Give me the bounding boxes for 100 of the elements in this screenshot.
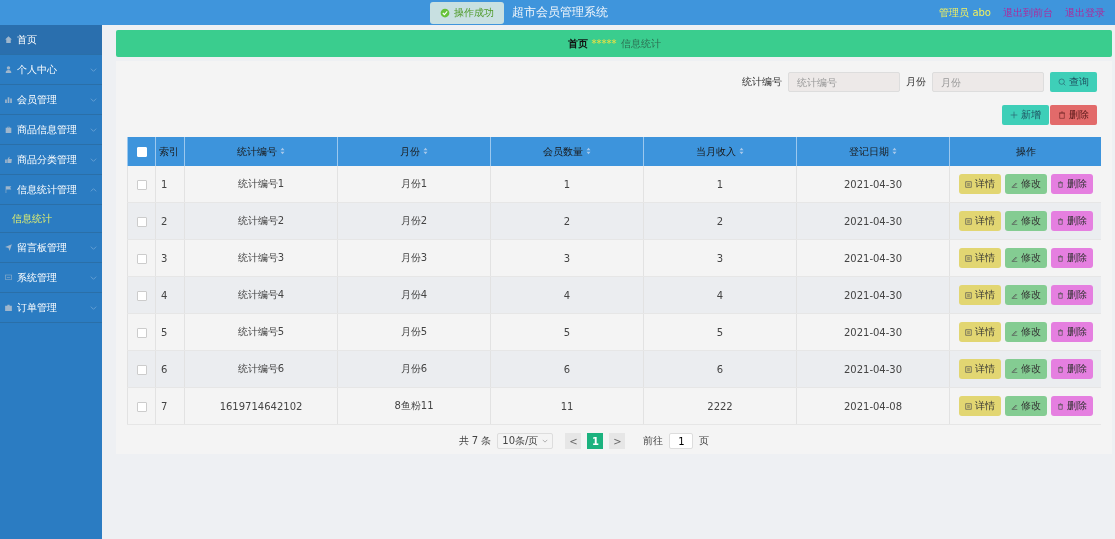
add-button[interactable]: 新增 (1002, 105, 1049, 125)
table-cell: 2021-04-30 (843, 178, 903, 190)
column-header[interactable]: 当月收入 (643, 137, 797, 166)
table-cell: 2021-04-30 (843, 326, 903, 338)
row-action-button[interactable]: 修改 (1004, 211, 1047, 231)
table-cell: 统计编号3 (237, 252, 285, 263)
submenu-item[interactable]: 信息统计 (0, 205, 102, 233)
sort-icon[interactable] (739, 146, 744, 155)
table-cell: 6 (716, 363, 724, 375)
menu-item[interactable]: 会员管理 (0, 85, 102, 115)
menu-item[interactable]: 系统管理 (0, 263, 102, 293)
menu-item[interactable]: 首页 (0, 25, 102, 55)
toast-message: 操作成功 (454, 5, 494, 20)
checkbox[interactable] (136, 364, 147, 375)
search-field[interactable]: 统计编号 (788, 72, 900, 92)
row-action-button[interactable]: 详情 (958, 359, 1001, 379)
menu-item[interactable]: 个人中心 (0, 55, 102, 85)
table-cell: 统计编号2 (237, 215, 285, 226)
checkbox[interactable] (136, 401, 147, 412)
row-action-button[interactable]: 删除 (1050, 285, 1093, 305)
page-input[interactable]: 1 (669, 433, 694, 449)
menu-item[interactable]: 留言板管理 (0, 233, 102, 263)
row-action-button[interactable]: 详情 (958, 211, 1001, 231)
menu-item[interactable]: 订单管理 (0, 293, 102, 323)
table-cell: 4 (161, 289, 168, 301)
row-action-button[interactable]: 删除 (1050, 174, 1093, 194)
table-cell: 5 (716, 326, 724, 338)
next-page-button[interactable]: > (609, 433, 626, 449)
checkbox[interactable] (136, 253, 147, 264)
row-action-button[interactable]: 修改 (1004, 174, 1047, 194)
column-header[interactable]: 月份 (337, 137, 491, 166)
row-action-button[interactable]: 详情 (958, 248, 1001, 268)
row-action-button[interactable]: 修改 (1004, 285, 1047, 305)
table-cell: 7 (161, 400, 168, 412)
breadcrumb-link[interactable]: 首页 (567, 36, 588, 51)
table-cell: 月份4 (400, 289, 428, 300)
row-action-button[interactable]: 修改 (1004, 248, 1047, 268)
trash-icon (1056, 254, 1064, 262)
thumbs-up-icon (4, 155, 13, 164)
page-button[interactable]: 1 (587, 433, 604, 449)
table-cell: 3 (563, 252, 571, 264)
row-action-button[interactable]: 删除 (1050, 396, 1093, 416)
row-action-button[interactable]: 详情 (958, 322, 1001, 342)
checkbox[interactable] (136, 216, 147, 227)
row-action-button[interactable]: 删除 (1050, 322, 1093, 342)
column-header[interactable]: 统计编号 (184, 137, 338, 166)
breadcrumb-separator: ***** (591, 38, 617, 49)
menu-label: 会员管理 (17, 92, 58, 107)
sort-icon[interactable] (423, 146, 428, 155)
table-cell: 4 (563, 289, 571, 301)
menu-label: 个人中心 (17, 62, 58, 77)
search-field[interactable]: 月份 (932, 72, 1044, 92)
sort-icon[interactable] (280, 146, 285, 155)
table-cell: 统计编号6 (237, 363, 285, 374)
table-cell: 2021-04-30 (843, 363, 903, 375)
column-header[interactable]: 会员数量 (490, 137, 644, 166)
house-icon (4, 35, 13, 44)
table-cell: 5 (161, 326, 168, 338)
delete-button[interactable]: 删除 (1050, 105, 1097, 125)
app-title: 超市会员管理系统 (512, 4, 608, 21)
menu-item[interactable]: 商品分类管理 (0, 145, 102, 175)
previous-page-button[interactable]: < (565, 433, 582, 449)
table-cell: 2 (716, 215, 724, 227)
table-cell: 月份6 (400, 363, 428, 374)
sort-icon[interactable] (892, 146, 897, 155)
document-icon (964, 328, 972, 336)
column-header: 索引 (155, 137, 185, 166)
row-action-button[interactable]: 删除 (1050, 248, 1093, 268)
goto-label: 前往 (643, 434, 664, 448)
row-action-button[interactable]: 详情 (958, 396, 1001, 416)
table-cell: 5 (563, 326, 571, 338)
row-action-button[interactable]: 修改 (1004, 359, 1047, 379)
table-cell: 统计编号4 (237, 289, 285, 300)
row-action-button[interactable]: 详情 (958, 285, 1001, 305)
search-button[interactable]: 查询 (1050, 72, 1097, 92)
row-action-button[interactable]: 删除 (1050, 211, 1093, 231)
menu-item[interactable]: 信息统计管理 (0, 175, 102, 205)
table-cell: 2 (161, 215, 168, 227)
sort-icon[interactable] (586, 146, 591, 155)
goto-suffix: 页 (699, 434, 710, 448)
checkbox[interactable] (136, 290, 147, 301)
column-header[interactable]: 登记日期 (796, 137, 950, 166)
row-action-button[interactable]: 修改 (1004, 396, 1047, 416)
table-cell: 1619714642102 (219, 400, 303, 412)
document-icon (964, 402, 972, 410)
menu-label: 订单管理 (17, 300, 58, 315)
table-cell: 1 (563, 178, 571, 190)
checkbox[interactable] (136, 179, 147, 190)
checkbox[interactable] (136, 327, 147, 338)
table-cell: 8鱼粉11 (394, 400, 434, 411)
row-action-button[interactable]: 详情 (958, 174, 1001, 194)
document-icon (964, 180, 972, 188)
trash-icon (1056, 328, 1064, 336)
trash-icon (1056, 217, 1064, 225)
page-size-select[interactable]: 10条/页 (497, 433, 554, 449)
row-action-button[interactable]: 删除 (1050, 359, 1093, 379)
bar-chart-icon (4, 95, 13, 104)
row-action-button[interactable]: 修改 (1004, 322, 1047, 342)
menu-item[interactable]: 商品信息管理 (0, 115, 102, 145)
pencil-icon (1010, 402, 1018, 410)
